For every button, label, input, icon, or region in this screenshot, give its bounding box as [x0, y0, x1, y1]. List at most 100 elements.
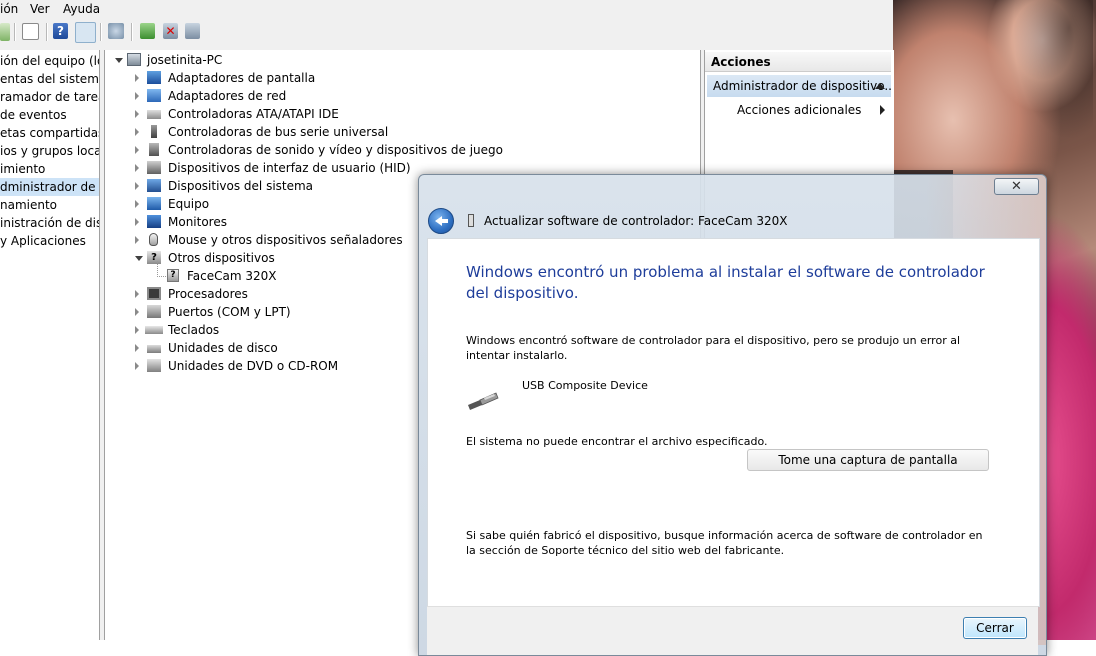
more-actions-item[interactable]: Acciones adicionales [737, 101, 861, 119]
expand-icon[interactable] [135, 74, 139, 82]
device-category-label: Adaptadores de pantalla [168, 71, 316, 85]
chevron-right-icon[interactable] [880, 105, 885, 115]
menu-bar: ión Ver Ayuda [0, 0, 893, 21]
display-adapter-icon [147, 71, 161, 84]
toolbar-separator [46, 23, 48, 41]
collapse-icon[interactable] [115, 58, 123, 63]
device-category-label: Teclados [168, 323, 220, 337]
help-icon[interactable]: ? [53, 23, 68, 39]
tree-item-device-manager[interactable]: dministrador de dispo [0, 178, 99, 196]
expand-icon[interactable] [135, 92, 139, 100]
processor-icon [147, 287, 161, 300]
expand-icon[interactable] [135, 308, 139, 316]
device-category-label: Unidades de disco [168, 341, 278, 355]
system-device-icon [147, 179, 161, 192]
device-category-label: Equipo [168, 197, 210, 211]
dialog-footer: Cerrar [427, 606, 1038, 655]
menu-help[interactable]: Ayuda [63, 2, 100, 16]
disk-drive-icon [147, 345, 161, 353]
warning-device-icon: ? [167, 269, 179, 282]
device-category-label: Puertos (COM y LPT) [168, 305, 291, 319]
expand-icon[interactable] [135, 110, 139, 118]
menu-action[interactable]: ión [0, 2, 18, 16]
monitor-icon [147, 215, 161, 228]
tree-item[interactable]: entas del sistema [0, 70, 99, 88]
device-category-label: Controladoras de bus serie universal [168, 125, 389, 139]
toolbar-separator [14, 23, 16, 41]
expand-icon[interactable] [135, 344, 139, 352]
menu-view[interactable]: Ver [30, 2, 50, 16]
close-button[interactable]: Cerrar [963, 617, 1027, 639]
uninstall-icon[interactable]: ✕ [163, 23, 178, 39]
device-category-label: Dispositivos de interfaz de usuario (HID… [168, 161, 411, 175]
console-tree-pane: ión del equipo (loc entas del sistema ra… [0, 50, 100, 640]
expand-icon[interactable] [135, 128, 139, 136]
toolbar-separator [131, 23, 133, 41]
tree-item[interactable]: namiento [0, 196, 57, 214]
tree-item[interactable]: ión del equipo (loc [0, 52, 99, 70]
tree-item[interactable]: imiento [0, 160, 45, 178]
actions-header: Acciones [705, 52, 891, 72]
device-label: FaceCam 320X [187, 269, 277, 283]
device-category-label: Procesadores [168, 287, 248, 301]
device-category-label: Unidades de DVD o CD-ROM [168, 359, 339, 373]
computer-icon [147, 197, 161, 210]
scan-hardware-icon[interactable] [108, 23, 124, 39]
tree-item[interactable]: y Aplicaciones [0, 232, 86, 250]
usb-controller-icon [151, 125, 157, 138]
tree-item[interactable]: inistración de disco [0, 214, 99, 232]
keyboard-icon [145, 326, 163, 334]
dialog-title: Actualizar software de controlador: Face… [484, 214, 788, 228]
actions-device-manager-label: Administrador de dispositivo... [713, 79, 891, 93]
toolbar-separator [100, 23, 102, 41]
tree-connector [157, 261, 166, 277]
dialog-heading: Windows encontró un problema al instalar… [466, 263, 985, 302]
ide-controller-icon [147, 110, 161, 119]
usb-device-icon [468, 214, 474, 227]
show-pane-icon[interactable] [75, 22, 96, 43]
tree-item[interactable]: de eventos [0, 106, 67, 124]
expand-icon[interactable] [135, 290, 139, 298]
expand-icon[interactable] [135, 200, 139, 208]
close-icon[interactable]: ✕ [994, 178, 1039, 195]
properties-icon[interactable] [22, 23, 39, 40]
expand-icon[interactable] [135, 164, 139, 172]
screenshot-button[interactable]: Tome una captura de pantalla [747, 449, 989, 471]
collapse-icon[interactable] [135, 256, 143, 261]
expand-icon[interactable] [135, 326, 139, 334]
device-category-label: Mouse y otros dispositivos señaladores [168, 233, 403, 247]
device-category-label: Adaptadores de red [168, 89, 287, 103]
error-message: El sistema no puede encontrar el archivo… [466, 435, 768, 448]
chevron-up-icon[interactable] [875, 83, 885, 89]
more-actions-label: Acciones adicionales [737, 103, 862, 117]
actions-device-manager[interactable]: Administrador de dispositivo... [707, 75, 891, 97]
expand-icon[interactable] [135, 362, 139, 370]
device-name: USB Composite Device [522, 379, 648, 392]
hid-icon [147, 161, 161, 174]
expand-icon[interactable] [135, 146, 139, 154]
tree-item[interactable]: etas compartidas [0, 124, 99, 142]
port-icon [147, 305, 161, 318]
device-category-label: Otros dispositivos [168, 251, 275, 265]
device-category-label: Monitores [168, 215, 227, 229]
mouse-icon [149, 233, 158, 246]
device-category-label: Controladoras de sonido y vídeo y dispos… [168, 143, 503, 157]
forward-icon[interactable] [0, 23, 10, 41]
expand-icon[interactable] [135, 218, 139, 226]
expand-icon[interactable] [135, 182, 139, 190]
speaker-icon [149, 143, 159, 156]
expand-icon[interactable] [135, 236, 139, 244]
dialog-content: Windows encontró un problema al instalar… [427, 238, 1040, 607]
usb-cable-icon [468, 392, 499, 410]
disable-device-icon[interactable] [185, 23, 200, 39]
network-adapter-icon [147, 89, 161, 102]
back-arrow-icon[interactable] [428, 208, 454, 234]
tree-item[interactable]: ramador de tareas [0, 88, 99, 106]
update-driver-icon[interactable] [140, 23, 155, 39]
toolbar: ? ✕ [0, 20, 893, 46]
tree-item[interactable]: ios y grupos locale [0, 142, 99, 160]
device-root-label: josetinita-PC [147, 53, 223, 67]
computer-icon [127, 53, 141, 66]
wallpaper-detail [1013, 0, 1093, 140]
dvd-drive-icon [147, 359, 161, 372]
